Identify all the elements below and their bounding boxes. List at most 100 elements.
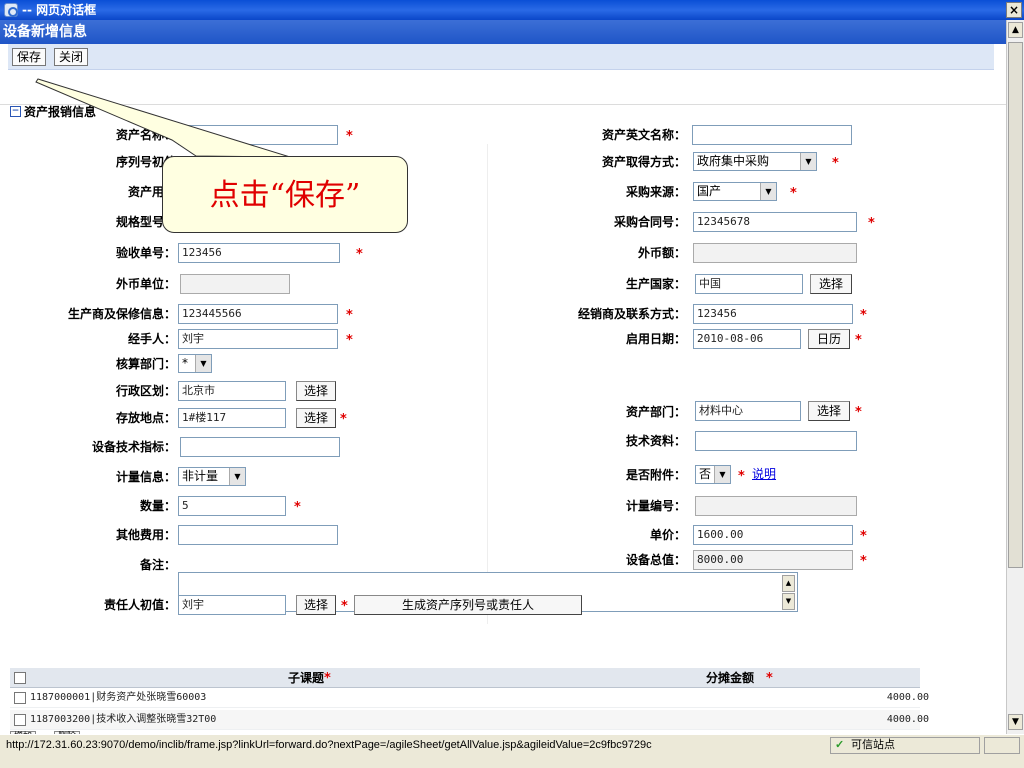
label-currency-unit: 外币单位： xyxy=(115,277,176,291)
section-title: 资产报销信息 xyxy=(24,105,97,119)
required-mark: * xyxy=(346,308,353,323)
window-bottom-edge xyxy=(0,756,1024,768)
chevron-down-icon[interactable]: ▼ xyxy=(195,355,211,372)
label-unit-price: 单价： xyxy=(649,528,686,542)
label-handler: 经手人： xyxy=(127,332,176,346)
scroll-up-icon[interactable]: ▲ xyxy=(782,575,795,592)
calendar-button[interactable]: 日历 xyxy=(808,329,850,349)
dialog-content: 设备新增信息 保存 关闭 − 资产报销信息 资产名称： 11 * 序列号初值 资… xyxy=(0,20,1006,734)
chevron-down-icon[interactable]: ▼ xyxy=(714,466,730,483)
metering-info-value: 非计量 xyxy=(182,469,219,483)
required-mark: * xyxy=(868,216,875,231)
label-responsible-initial: 责任人初值： xyxy=(103,598,176,612)
asset-name-input[interactable]: 11 xyxy=(178,125,338,145)
location-input[interactable]: 1#楼117 xyxy=(178,408,286,428)
col-amount: 分摊金额 xyxy=(706,671,755,685)
chevron-down-icon[interactable]: ▼ xyxy=(229,468,245,485)
required-mark: * xyxy=(356,247,363,262)
manufacturer-input[interactable]: 123445566 xyxy=(178,304,338,324)
collapse-icon[interactable]: − xyxy=(10,106,21,117)
page-title: 设备新增信息 xyxy=(3,24,87,40)
admin-region-input[interactable]: 北京市 xyxy=(178,381,286,401)
required-mark: * xyxy=(855,333,862,348)
acquisition-method-select[interactable]: 政府集中采购 ▼ xyxy=(693,152,817,171)
col-subject: 子课题 xyxy=(288,671,325,685)
row-amount: 4000.00 xyxy=(886,714,929,725)
column-divider xyxy=(487,144,488,624)
status-panel xyxy=(984,737,1020,754)
row-subject: 1187003200|技术收入调整张晓雪32T00 xyxy=(30,714,217,725)
required-mark: * xyxy=(346,333,353,348)
required-mark: * xyxy=(790,186,797,201)
close-button[interactable]: 关闭 xyxy=(54,48,89,66)
required-mark: * xyxy=(766,671,773,686)
help-link[interactable]: 说明 xyxy=(752,466,776,482)
label-tech-docs: 技术资料： xyxy=(625,434,686,448)
label-start-date: 启用日期： xyxy=(625,332,686,346)
callout-text: 点击“保存” xyxy=(209,178,361,213)
row-checkbox[interactable] xyxy=(14,692,26,704)
label-acquisition-method: 资产取得方式： xyxy=(601,155,686,169)
scroll-up-icon[interactable]: ▲ xyxy=(1008,22,1023,38)
acceptance-no-input[interactable]: 123456 xyxy=(178,243,340,263)
scroll-down-icon[interactable]: ▼ xyxy=(782,593,795,610)
asset-dept-select-button[interactable]: 选择 xyxy=(808,401,850,421)
accounting-dept-select[interactable]: * ▼ xyxy=(178,354,212,373)
english-name-input[interactable] xyxy=(692,125,852,145)
unit-price-input[interactable]: 1600.00 xyxy=(693,525,853,545)
accounting-dept-value: * xyxy=(182,356,188,370)
metering-info-select[interactable]: 非计量 ▼ xyxy=(178,467,246,486)
tech-docs-input[interactable] xyxy=(695,431,857,451)
required-mark: * xyxy=(738,469,745,484)
foreign-amount-input[interactable] xyxy=(693,243,857,263)
label-asset-dept: 资产部门： xyxy=(625,405,686,419)
scroll-down-icon[interactable]: ▼ xyxy=(1008,714,1023,730)
label-has-attachment: 是否附件： xyxy=(625,468,686,482)
dialog-title: -- 网页对话框 xyxy=(22,3,97,17)
row-checkbox[interactable] xyxy=(14,714,26,726)
required-mark: * xyxy=(832,156,839,171)
responsible-initial-input[interactable]: 刘宇 xyxy=(178,595,286,615)
purchase-source-select[interactable]: 国产 ▼ xyxy=(693,182,777,201)
has-attachment-select[interactable]: 否 ▼ xyxy=(695,465,731,484)
contract-no-input[interactable]: 12345678 xyxy=(693,212,857,232)
vertical-scrollbar[interactable]: ▲ ▼ xyxy=(1006,20,1024,734)
origin-country-input[interactable]: 中国 xyxy=(695,274,803,294)
label-manufacturer: 生产商及保修信息： xyxy=(67,307,176,321)
label-english-name: 资产英文名称： xyxy=(601,128,686,142)
dialog-title-bar: -- 网页对话框 × xyxy=(0,0,1024,20)
label-origin-country: 生产国家： xyxy=(625,277,686,291)
table-row[interactable]: 1187003200|技术收入调整张晓雪32T00 4000.00 xyxy=(10,710,929,730)
table-row[interactable]: 1187000001|财务资产处张晓雪60003 4000.00 xyxy=(10,688,929,708)
status-url: http://172.31.60.23:9070/demo/inclib/fra… xyxy=(6,739,652,751)
admin-region-select-button[interactable]: 选择 xyxy=(296,381,336,401)
asset-dept-input[interactable]: 材料中心 xyxy=(695,401,801,421)
chevron-down-icon[interactable]: ▼ xyxy=(760,183,776,200)
location-select-button[interactable]: 选择 xyxy=(296,408,336,428)
start-date-input[interactable]: 2010-08-06 xyxy=(693,329,801,349)
currency-unit-input[interactable] xyxy=(180,274,290,294)
handler-input[interactable]: 刘宇 xyxy=(178,329,338,349)
responsible-select-button[interactable]: 选择 xyxy=(296,595,336,615)
select-all-checkbox[interactable] xyxy=(14,672,26,684)
label-metering-info: 计量信息： xyxy=(115,470,176,484)
required-mark: * xyxy=(860,529,867,544)
origin-country-select-button[interactable]: 选择 xyxy=(810,274,852,294)
close-icon[interactable]: × xyxy=(1006,2,1022,18)
other-cost-input[interactable] xyxy=(178,525,338,545)
metering-no-input[interactable] xyxy=(695,496,857,516)
total-value-input[interactable]: 8000.00 xyxy=(693,550,853,570)
label-tech-spec: 设备技术指标： xyxy=(91,440,176,454)
quantity-input[interactable]: 5 xyxy=(178,496,286,516)
dealer-input[interactable]: 123456 xyxy=(693,304,853,324)
scroll-thumb[interactable] xyxy=(1008,42,1023,568)
required-mark: * xyxy=(294,500,301,515)
save-button[interactable]: 保存 xyxy=(12,48,47,66)
section-divider xyxy=(0,104,1006,105)
chevron-down-icon[interactable]: ▼ xyxy=(800,153,816,170)
tech-spec-input[interactable] xyxy=(180,437,340,457)
required-mark: * xyxy=(346,129,353,144)
label-total-value: 设备总值： xyxy=(625,553,686,567)
generate-serial-button[interactable]: 生成资产序列号或责任人 xyxy=(354,595,582,615)
tutorial-callout: 点击“保存” xyxy=(162,156,408,233)
